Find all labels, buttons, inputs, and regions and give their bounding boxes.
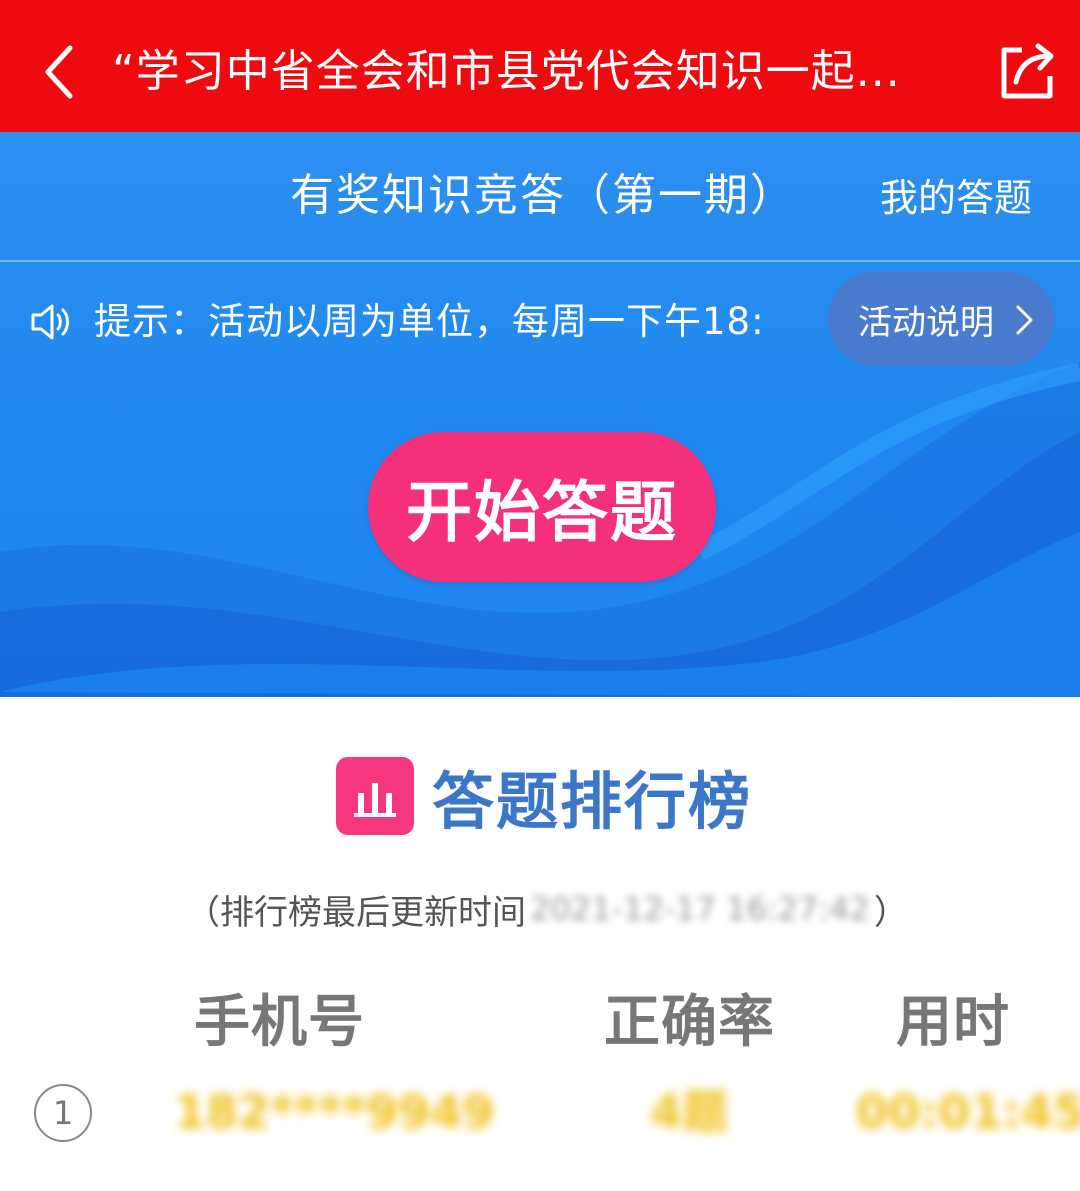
share-button[interactable] [994,40,1058,104]
activity-title: 有奖知识竞答（第一期） [290,170,796,221]
column-header-phone: 手机号 [194,990,365,1055]
hero-banner: 有奖知识竞答（第一期） 我的答题 提示：活动以周为单位，每周一下午18: 活动说… [0,132,1080,697]
start-quiz-button[interactable]: 开始答题 [368,432,716,582]
back-arrow-icon [45,45,73,99]
column-header-accuracy: 正确率 [604,990,775,1055]
row-phone: 182****9949 [174,1085,495,1139]
back-button[interactable] [30,36,90,108]
leaderboard-updated: （排行榜最后更新时间 2021-12-17 16:27:42 ） [186,884,908,934]
top-nav-bar: “学习中省全会和市县党代会知识一起... [0,0,1080,132]
updated-time: 2021-12-17 16:27:42 [530,890,870,928]
speaker-icon [31,304,69,340]
share-icon [1001,43,1054,99]
leaderboard-title: 答题排行榜 [432,765,753,838]
page-title: “学习中省全会和市县党代会知识一起... [112,46,901,97]
row-accuracy: 4题 [650,1085,729,1139]
chart-icon [336,757,414,835]
leaderboard-header: 答题排行榜 [336,756,752,838]
activity-rules-label: 活动说明 [858,302,994,343]
updated-suffix: ） [873,892,908,933]
chevron-right-icon [1016,305,1033,335]
updated-prefix: （排行榜最后更新时间 [186,892,526,933]
rank-badge: 1 [34,1084,92,1142]
my-answers-link[interactable]: 我的答题 [880,172,1032,224]
notice-text: 提示：活动以周为单位，每周一下午18: [94,300,765,343]
column-header-time: 用时 [896,990,1010,1055]
sub-header: 有奖知识竞答（第一期） 我的答题 [0,132,1080,262]
row-time: 00:01:45 [856,1085,1080,1139]
activity-rules-button[interactable]: 活动说明 [828,272,1054,366]
